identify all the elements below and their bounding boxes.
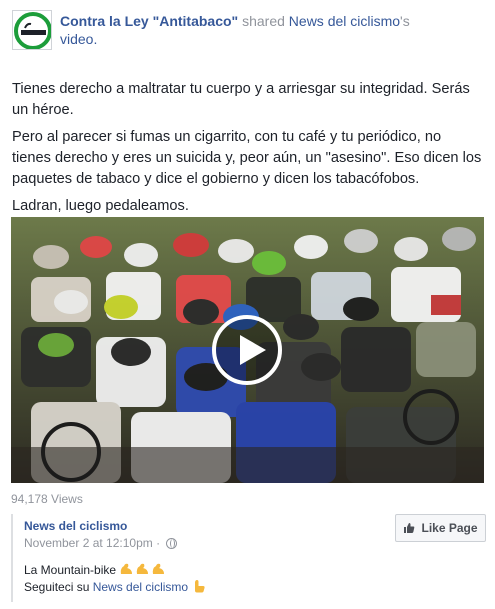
post-header: Contra la Ley "Antitabaco" shared News d… (12, 10, 482, 52)
like-page-button[interactable]: Like Page (395, 514, 486, 542)
shared-object-link[interactable]: video. (60, 31, 97, 47)
shared-description: La Mountain-bike Seguiteci su News del c… (24, 562, 207, 596)
page-name-link[interactable]: Contra la Ley "Antitabaco" (60, 13, 238, 29)
globe-icon (166, 537, 178, 549)
post-header-text: Contra la Ley "Antitabaco" shared News d… (60, 12, 440, 48)
post-paragraph-3: Ladran, luego pedaleamos. (12, 198, 189, 214)
post-body: Tienes derecho a maltratar tu cuerpo y a… (12, 79, 484, 223)
post-paragraph-1: Tienes derecho a maltratar tu cuerpo y a… (12, 81, 470, 118)
page-avatar[interactable] (12, 10, 52, 50)
post-meta: November 2 at 12:10pm · (24, 536, 178, 550)
pointing-hand-icon (195, 580, 206, 593)
no-smoking-logo (14, 12, 51, 49)
thumbs-up-icon (404, 523, 415, 533)
shared-page-box: News del ciclismo November 2 at 12:10pm … (11, 514, 486, 602)
desc-page-link[interactable]: News del ciclismo (93, 580, 188, 594)
shared-word: shared (238, 13, 289, 29)
shared-source-link[interactable]: News del ciclismo (289, 13, 400, 29)
shared-suffix: 's (400, 13, 410, 29)
post-date[interactable]: November 2 at 12:10pm · (24, 536, 160, 550)
desc-line-2-prefix: Seguiteci su (24, 580, 93, 594)
play-icon (240, 335, 266, 365)
flexed-biceps-icon (121, 563, 165, 574)
post-paragraph-2: Pero al parecer si fumas un cigarrito, c… (12, 129, 482, 187)
play-button[interactable] (212, 315, 282, 385)
view-count: 94,178 Views (11, 492, 83, 506)
shared-page-name[interactable]: News del ciclismo (24, 519, 127, 533)
like-page-label: Like Page (421, 521, 478, 535)
desc-line-1: La Mountain-bike (24, 563, 120, 577)
